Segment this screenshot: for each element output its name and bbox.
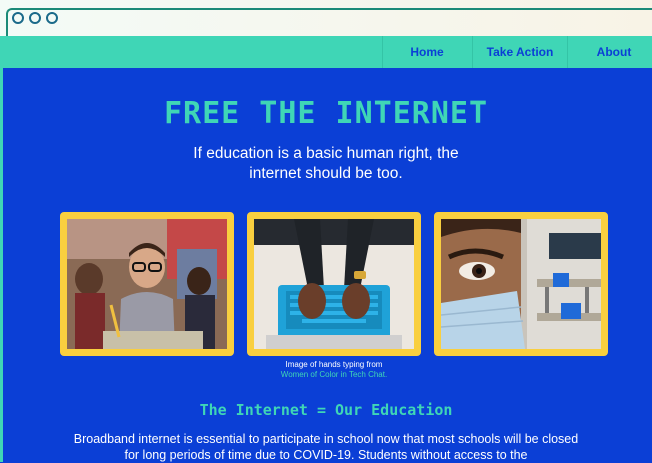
hero-subtitle: If education is a basic human right, the… — [193, 145, 459, 182]
caption-text: Image of hands typing from — [285, 360, 383, 369]
caption-source-link[interactable]: Women of Color in Tech Chat. — [246, 370, 422, 380]
student-classroom-image — [67, 219, 227, 349]
browser-toolbar — [0, 0, 652, 36]
hands-typing-laptop-photo — [247, 212, 421, 356]
window-control-circle-icon[interactable] — [46, 12, 58, 24]
nav-home-link[interactable]: Home — [395, 36, 459, 68]
student-classroom-photo — [60, 212, 234, 356]
top-navigation: Home Take Action About — [0, 36, 652, 68]
browser-frame — [6, 8, 652, 36]
section-body: Broadband internet is essential to parti… — [73, 432, 579, 462]
window-control-circle-icon[interactable] — [12, 12, 24, 24]
masked-student-classroom-photo — [434, 212, 608, 356]
nav-divider — [567, 36, 568, 68]
hands-typing-image — [254, 219, 414, 349]
nav-about-link[interactable]: About — [584, 36, 644, 68]
masked-student-image — [441, 219, 601, 349]
section-title: The Internet = Our Education — [199, 401, 453, 419]
window-control-circle-icon[interactable] — [29, 12, 41, 24]
nav-take-action-link[interactable]: Take Action — [476, 36, 564, 68]
nav-divider — [382, 36, 383, 68]
photo-caption: Image of hands typing from Women of Colo… — [246, 360, 422, 380]
hero-title: FREE THE INTERNET — [163, 96, 489, 131]
nav-divider — [472, 36, 473, 68]
